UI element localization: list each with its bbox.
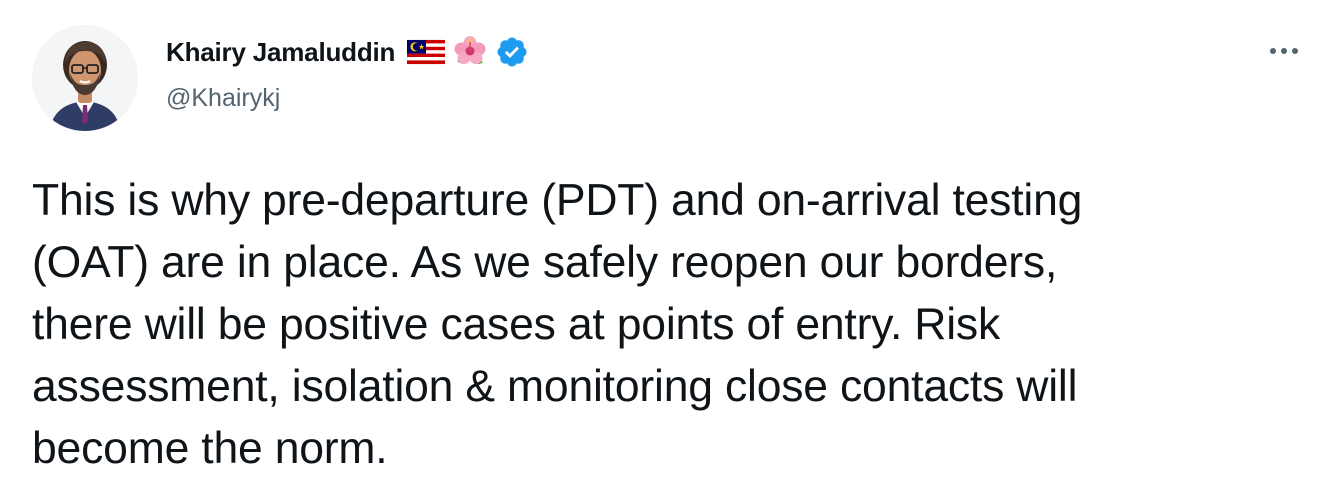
tweet-text-line: assessment, isolation & monitoring close… [32, 362, 1078, 411]
author-name-row: Khairy Jamaluddin [166, 34, 529, 70]
author-display-name[interactable]: Khairy Jamaluddin [166, 37, 395, 68]
tweet-text: This is why pre-departure (PDT) and on-a… [32, 170, 1312, 480]
tweet-text-line: This is why pre-departure (PDT) and on-a… [32, 176, 1083, 225]
tweet-text-line: become the norm. [32, 424, 388, 473]
avatar-illustration [32, 25, 138, 131]
more-dot-icon [1270, 48, 1276, 54]
more-options-button[interactable] [1262, 36, 1306, 66]
more-dot-icon [1292, 48, 1298, 54]
author-handle[interactable]: @Khairykj [166, 84, 280, 113]
tweet-text-line: there will be positive cases at points o… [32, 300, 1001, 349]
tweet-card: Khairy Jamaluddin @Khairykj This is why … [0, 0, 1332, 503]
hibiscus-icon [453, 35, 487, 69]
tweet-text-line: (OAT) are in place. As we safely reopen … [32, 238, 1058, 287]
malaysia-flag-icon [407, 38, 446, 66]
verified-badge-icon [495, 35, 529, 69]
more-dot-icon [1281, 48, 1287, 54]
avatar[interactable] [32, 25, 138, 131]
